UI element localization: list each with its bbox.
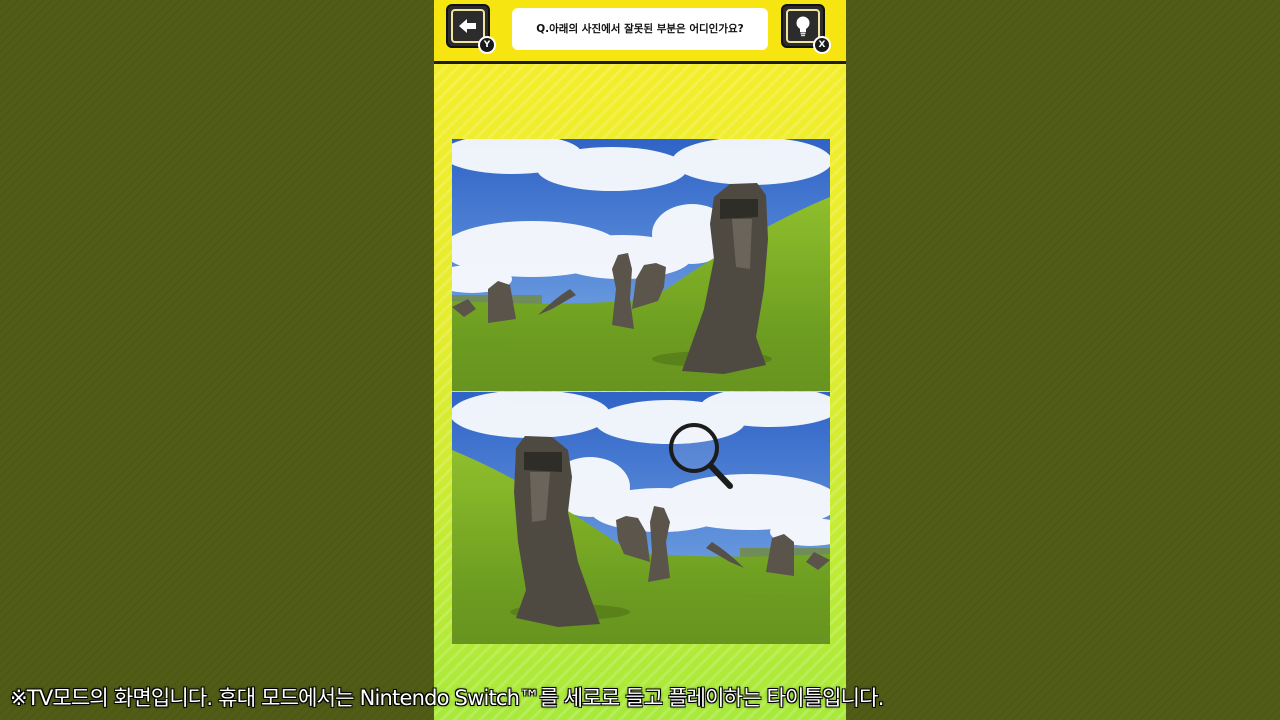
left-arrow-icon bbox=[459, 19, 476, 33]
lightbulb-icon bbox=[796, 16, 810, 37]
game-panel: Y Q.아래의 사진에서 잘못된 부분은 어디인가요? X bbox=[434, 0, 846, 720]
question-text: Q.아래의 사진에서 잘못된 부분은 어디인가요? bbox=[512, 8, 768, 50]
magnifying-glass-icon[interactable] bbox=[666, 422, 736, 498]
original-photo[interactable] bbox=[452, 139, 830, 391]
back-button[interactable]: Y bbox=[446, 4, 496, 54]
modified-photo[interactable] bbox=[452, 392, 830, 644]
hint-button[interactable]: X bbox=[781, 4, 831, 54]
tv-mode-disclaimer: ※TV모드의 화면입니다. 휴대 모드에서는 Nintendo Switch™를… bbox=[10, 686, 884, 710]
y-button-badge: Y bbox=[478, 36, 496, 54]
top-bar: Y Q.아래의 사진에서 잘못된 부분은 어디인가요? X bbox=[434, 0, 846, 64]
x-button-badge: X bbox=[813, 36, 831, 54]
